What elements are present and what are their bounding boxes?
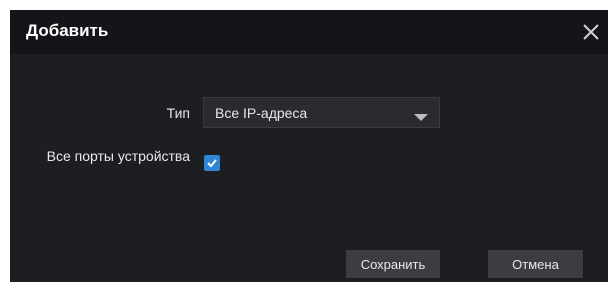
- all-ports-checkbox[interactable]: [204, 155, 220, 171]
- chevron-down-icon: [414, 109, 428, 121]
- type-select-value: Все IP-адреса: [215, 105, 308, 121]
- cancel-button[interactable]: Отмена: [488, 250, 583, 278]
- all-ports-label: Все порты устройства: [46, 148, 190, 164]
- add-dialog: Добавить Тип Все IP-адреса Все порты уст…: [10, 10, 608, 282]
- checkmark-icon: [207, 159, 217, 168]
- close-icon[interactable]: [578, 16, 604, 46]
- save-button[interactable]: Сохранить: [346, 250, 440, 278]
- dialog-titlebar: Добавить: [10, 10, 608, 54]
- type-label: Тип: [166, 105, 190, 121]
- type-select[interactable]: Все IP-адреса: [203, 97, 440, 128]
- dialog-title: Добавить: [26, 21, 109, 40]
